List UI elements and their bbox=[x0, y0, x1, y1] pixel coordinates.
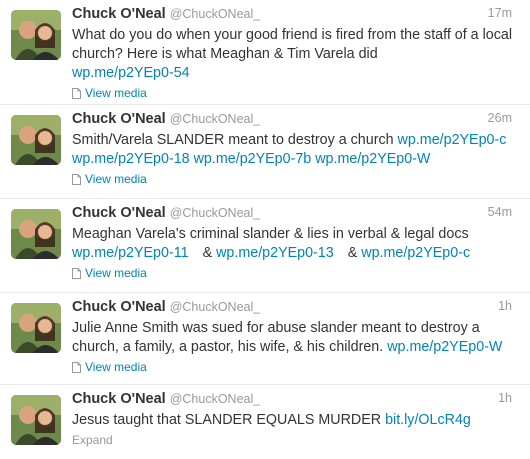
tweet-text-segment: Jesus taught that SLANDER EQUALS MURDER bbox=[72, 412, 386, 428]
author-username[interactable]: @ChuckONeal_ bbox=[170, 392, 261, 406]
view-media-label: View media bbox=[85, 266, 147, 280]
view-media-label: View media bbox=[85, 86, 147, 100]
tweet-item[interactable]: Chuck O'Neal @ChuckONeal_ 1h Julie Anne S… bbox=[0, 293, 530, 385]
author-name[interactable]: Chuck O'Neal bbox=[72, 391, 166, 407]
view-media-button[interactable]: View media bbox=[72, 85, 147, 102]
tweet-header: Chuck O'Neal @ChuckONeal_ 26m bbox=[72, 110, 512, 130]
tweet-text-segment: & bbox=[347, 245, 358, 261]
tweet-link[interactable]: wp.me/p2YEp0-W bbox=[315, 151, 430, 167]
profile-photo-icon bbox=[11, 395, 61, 445]
avatar[interactable] bbox=[11, 115, 61, 165]
tweet-link[interactable]: bit.ly/OLcR4g bbox=[385, 412, 471, 428]
tweet-timestamp[interactable]: 1h bbox=[498, 391, 512, 405]
expand-button[interactable]: Expand bbox=[72, 432, 113, 449]
tweet-link[interactable]: wp.me/p2YEp0-7b bbox=[194, 151, 312, 167]
tweet-text: Smith/Varela SLANDER meant to destroy a … bbox=[72, 131, 512, 169]
author-username[interactable]: @ChuckONeal_ bbox=[170, 300, 261, 314]
author-username[interactable]: @ChuckONeal_ bbox=[170, 206, 261, 220]
tweet-timestamp[interactable]: 1h bbox=[498, 299, 512, 313]
tweet-text: Julie Anne Smith was sued for abuse slan… bbox=[72, 319, 512, 357]
tweet-text-segment: Meaghan Varela's criminal slander & lies… bbox=[72, 226, 469, 242]
tweet-content: Chuck O'Neal @ChuckONeal_ 1h Julie Anne S… bbox=[72, 298, 512, 378]
tweet-item[interactable]: Chuck O'Neal @ChuckONeal_ 17m What do you… bbox=[0, 0, 530, 105]
tweet-item[interactable]: Chuck O'Neal @ChuckONeal_ 1h Jesus taught… bbox=[0, 385, 530, 459]
tweet-link[interactable]: wp.me/p2YEp0-18 bbox=[72, 151, 190, 167]
document-icon bbox=[72, 174, 81, 185]
tweet-link[interactable]: wp.me/p2YEp0-13 bbox=[216, 245, 334, 261]
author-name[interactable]: Chuck O'Neal bbox=[72, 205, 166, 221]
view-media-button[interactable]: View media bbox=[72, 265, 147, 282]
tweet-link[interactable]: wp.me/p2YEp0-c bbox=[361, 245, 470, 261]
author-username[interactable]: @ChuckONeal_ bbox=[170, 112, 261, 126]
tweet-link[interactable]: wp.me/p2YEp0-W bbox=[387, 339, 502, 355]
avatar[interactable] bbox=[11, 10, 61, 60]
author-name[interactable]: Chuck O'Neal bbox=[72, 111, 166, 127]
tweet-item[interactable]: Chuck O'Neal @ChuckONeal_ 26m Smith/Varel… bbox=[0, 105, 530, 199]
document-icon bbox=[72, 268, 81, 279]
view-media-label: View media bbox=[85, 172, 147, 186]
tweet-text: Meaghan Varela's criminal slander & lies… bbox=[72, 225, 512, 263]
tweet-header: Chuck O'Neal @ChuckONeal_ 17m bbox=[72, 5, 512, 25]
tweet-timestamp[interactable]: 17m bbox=[488, 6, 512, 20]
avatar[interactable] bbox=[11, 209, 61, 259]
tweet-text-segment: Smith/Varela SLANDER meant to destroy a … bbox=[72, 132, 398, 148]
tweet-link[interactable]: wp.me/p2YEp0-54 bbox=[72, 65, 190, 81]
tweet-content: Chuck O'Neal @ChuckONeal_ 26m Smith/Varel… bbox=[72, 110, 512, 190]
profile-photo-icon bbox=[11, 115, 61, 165]
tweet-content: Chuck O'Neal @ChuckONeal_ 54m Meaghan Var… bbox=[72, 204, 512, 284]
tweet-header: Chuck O'Neal @ChuckONeal_ 54m bbox=[72, 204, 512, 224]
document-icon bbox=[72, 362, 81, 373]
tweet-text: Jesus taught that SLANDER EQUALS MURDER … bbox=[72, 411, 512, 430]
tweet-link[interactable]: wp.me/p2YEp0-11 bbox=[72, 245, 189, 261]
avatar[interactable] bbox=[11, 395, 61, 445]
profile-photo-icon bbox=[11, 303, 61, 353]
profile-photo-icon bbox=[11, 209, 61, 259]
tweet-item[interactable]: Chuck O'Neal @ChuckONeal_ 54m Meaghan Var… bbox=[0, 199, 530, 293]
view-media-button[interactable]: View media bbox=[72, 171, 147, 188]
tweet-timestamp[interactable]: 26m bbox=[488, 111, 512, 125]
tweet-content: Chuck O'Neal @ChuckONeal_ 1h Jesus taught… bbox=[72, 390, 512, 449]
avatar[interactable] bbox=[11, 303, 61, 353]
author-name[interactable]: Chuck O'Neal bbox=[72, 6, 166, 22]
view-media-label: View media bbox=[85, 360, 147, 374]
tweet-link[interactable]: wp.me/p2YEp0-c bbox=[398, 132, 507, 148]
tweet-text-segment: What do you do when your good friend is … bbox=[72, 27, 513, 62]
tweet-timeline: Chuck O'Neal @ChuckONeal_ 17m What do you… bbox=[0, 0, 530, 459]
author-name[interactable]: Chuck O'Neal bbox=[72, 299, 166, 315]
view-media-button[interactable]: View media bbox=[72, 359, 147, 376]
tweet-timestamp[interactable]: 54m bbox=[488, 205, 512, 219]
profile-photo-icon bbox=[11, 10, 61, 60]
tweet-header: Chuck O'Neal @ChuckONeal_ 1h bbox=[72, 390, 512, 410]
tweet-content: Chuck O'Neal @ChuckONeal_ 17m What do you… bbox=[72, 5, 512, 104]
tweet-header: Chuck O'Neal @ChuckONeal_ 1h bbox=[72, 298, 512, 318]
author-username[interactable]: @ChuckONeal_ bbox=[170, 7, 261, 21]
expand-label: Expand bbox=[72, 433, 113, 447]
tweet-text-segment: & bbox=[202, 245, 213, 261]
tweet-text: What do you do when your good friend is … bbox=[72, 26, 512, 83]
document-icon bbox=[72, 88, 81, 99]
